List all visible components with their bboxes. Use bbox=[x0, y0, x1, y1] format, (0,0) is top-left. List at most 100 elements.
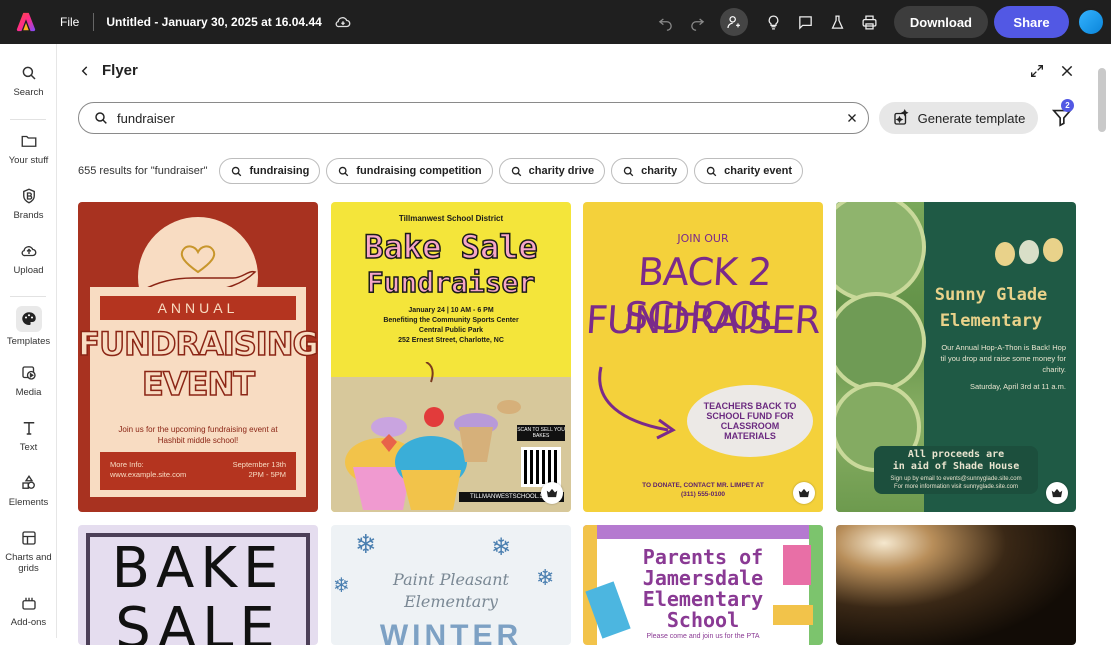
premium-icon bbox=[541, 482, 563, 504]
download-button[interactable]: Download bbox=[893, 6, 988, 38]
rail-item-brands[interactable]: Brands bbox=[0, 187, 57, 221]
rail-item-text[interactable]: Text bbox=[0, 419, 57, 453]
rail-label: Charts and grids bbox=[5, 552, 52, 574]
adobe-express-logo[interactable] bbox=[0, 0, 52, 44]
search-icon bbox=[22, 66, 36, 80]
search-icon bbox=[623, 166, 634, 176]
template-text: Jamersdale bbox=[642, 566, 764, 590]
scroll-thumb[interactable] bbox=[1098, 68, 1106, 132]
redo-icon[interactable] bbox=[684, 8, 712, 36]
template-text: Elementary bbox=[939, 311, 1043, 331]
charts-icon bbox=[21, 531, 36, 545]
results-row: 655 results for "fundraiser" fundraising… bbox=[78, 158, 809, 184]
rail-label: Add-ons bbox=[10, 617, 47, 628]
rail-label: Templates bbox=[6, 336, 51, 347]
template-text: SCAN TO SELL YOU BAKES bbox=[517, 425, 565, 441]
template-card[interactable]: Sunny Glade Elementary Our Annual Hop-A-… bbox=[836, 202, 1076, 512]
search-input[interactable] bbox=[117, 110, 846, 126]
rail-item-your-stuff[interactable]: Your stuff bbox=[0, 132, 57, 166]
avatar[interactable] bbox=[1077, 8, 1105, 36]
template-text: Paint Pleasant bbox=[393, 570, 509, 589]
templates-panel: Flyer Generate template 2 655 results fo… bbox=[58, 44, 1095, 645]
template-text: Tillmanwest School District bbox=[398, 214, 504, 223]
search-icon bbox=[95, 112, 107, 124]
template-text: WINTER bbox=[379, 619, 523, 645]
suggestion-chip[interactable]: charity drive bbox=[498, 158, 606, 184]
share-button[interactable]: Share bbox=[994, 6, 1069, 38]
rail-item-elements[interactable]: Elements bbox=[0, 474, 57, 508]
premium-icon bbox=[793, 482, 815, 504]
cloud-sync-icon[interactable] bbox=[334, 13, 352, 31]
clear-icon[interactable] bbox=[846, 112, 858, 124]
invite-user-button[interactable] bbox=[719, 8, 748, 36]
search-icon bbox=[511, 166, 521, 176]
left-rail: Search Your stuff Brands Upload Template… bbox=[0, 44, 57, 638]
close-icon[interactable] bbox=[1059, 63, 1075, 79]
addons-icon bbox=[21, 597, 36, 610]
rail-label: Elements bbox=[8, 497, 49, 508]
template-text: EVENT bbox=[141, 365, 256, 403]
generate-label: Generate template bbox=[917, 110, 1026, 126]
template-text: ANNUAL bbox=[100, 296, 296, 320]
folder-icon bbox=[21, 135, 36, 147]
template-text: Elementary bbox=[642, 587, 764, 611]
template-card[interactable]: ANNUAL FUNDRAISING EVENT Join us for the… bbox=[78, 202, 318, 512]
filter-count-badge: 2 bbox=[1061, 99, 1074, 112]
snowflake-icon: ❄ bbox=[491, 534, 512, 561]
text-icon bbox=[23, 422, 34, 435]
upload-icon bbox=[21, 246, 36, 257]
suggestion-chip[interactable]: charity event bbox=[694, 158, 804, 184]
hand-heart-icon bbox=[142, 245, 257, 292]
template-card[interactable]: BAKE SALE bbox=[78, 525, 318, 645]
document-title[interactable]: Untitled - January 30, 2025 at 16.04.44 bbox=[106, 15, 321, 29]
panel-title: Flyer bbox=[102, 62, 138, 79]
sparkle-template-icon bbox=[893, 109, 909, 125]
rail-label: Your stuff bbox=[8, 155, 49, 166]
file-menu[interactable]: File bbox=[60, 15, 79, 29]
template-text: SALE bbox=[115, 596, 281, 645]
search-field[interactable] bbox=[78, 102, 869, 134]
back-arrow-icon[interactable] bbox=[78, 64, 92, 78]
template-card[interactable]: Tillmanwest School District Bake Sale Fu… bbox=[331, 202, 571, 512]
print-icon[interactable] bbox=[856, 8, 884, 36]
suggestion-chip[interactable]: fundraising bbox=[219, 158, 321, 184]
template-text: FUNDRAISER bbox=[584, 298, 822, 342]
rail-item-charts[interactable]: Charts and grids bbox=[0, 529, 57, 574]
rail-label: Text bbox=[19, 442, 38, 453]
rail-label: Search bbox=[13, 87, 44, 98]
template-text: FUNDRAISING bbox=[78, 325, 318, 363]
rail-label: Upload bbox=[13, 265, 44, 276]
premium-icon bbox=[1046, 482, 1068, 504]
expand-icon[interactable] bbox=[1029, 63, 1045, 79]
scrollbar[interactable] bbox=[1097, 58, 1107, 638]
template-text: JOIN OUR bbox=[677, 232, 729, 245]
template-text: Join us for the upcoming fundraising eve… bbox=[118, 425, 278, 445]
rail-item-templates[interactable]: Templates bbox=[0, 306, 57, 347]
suggestion-chip[interactable]: fundraising competition bbox=[326, 158, 493, 184]
elements-icon bbox=[21, 475, 35, 489]
template-text: School bbox=[666, 608, 740, 632]
top-bar: File Untitled - January 30, 2025 at 16.0… bbox=[0, 0, 1111, 44]
template-text: Bake Sale bbox=[364, 227, 539, 267]
lightbulb-icon[interactable] bbox=[760, 8, 788, 36]
generate-template-button[interactable]: Generate template bbox=[879, 102, 1038, 134]
rail-label: Media bbox=[15, 387, 42, 398]
rail-label: Brands bbox=[13, 210, 44, 221]
rail-item-search[interactable]: Search bbox=[0, 64, 57, 98]
comment-icon[interactable] bbox=[792, 8, 820, 36]
rail-item-addons[interactable]: Add-ons bbox=[0, 594, 57, 628]
rail-item-upload[interactable]: Upload bbox=[0, 242, 57, 276]
template-card[interactable] bbox=[836, 525, 1076, 645]
template-card[interactable]: Parents of Jamersdale Elementary School … bbox=[583, 525, 823, 645]
suggestion-chip[interactable]: charity bbox=[611, 158, 689, 184]
template-text: Fundraiser bbox=[366, 265, 536, 300]
template-card[interactable]: ❄ ❄ ❄ ❄ Paint Pleasant Elementary WINTER bbox=[331, 525, 571, 645]
undo-icon[interactable] bbox=[652, 8, 680, 36]
search-icon bbox=[232, 166, 242, 176]
divider bbox=[93, 13, 95, 31]
arrow-doodle-icon bbox=[598, 366, 676, 440]
beaker-icon[interactable] bbox=[824, 8, 852, 36]
rail-item-media[interactable]: Media bbox=[0, 364, 57, 398]
templates-icon bbox=[15, 306, 42, 332]
template-card[interactable]: JOIN OUR BACK 2 SCHOOL FUNDRAISER TEACHE… bbox=[583, 202, 823, 512]
